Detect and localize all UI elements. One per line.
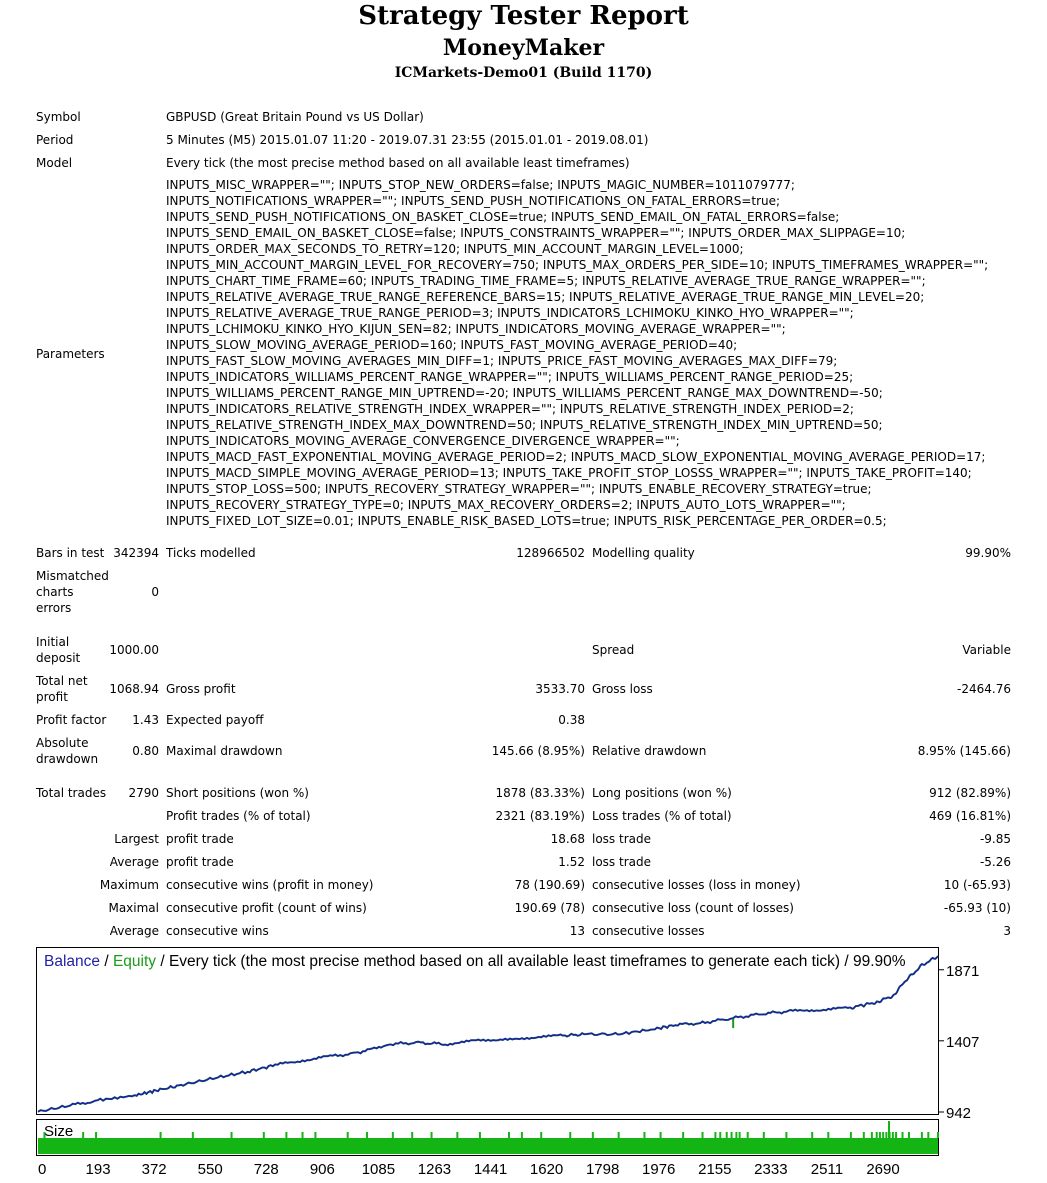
x-tick-label: 2155 (698, 1161, 731, 1178)
x-tick-label: 2690 (866, 1161, 899, 1178)
x-tick-label: 0 (38, 1161, 46, 1178)
x-tick-label: 728 (254, 1161, 279, 1178)
x-tick-label: 1441 (474, 1161, 507, 1178)
x-tick-label: 906 (310, 1161, 335, 1178)
x-tick-label: 1085 (362, 1161, 395, 1178)
x-tick-label: 2333 (754, 1161, 787, 1178)
x-tick-label: 372 (142, 1161, 167, 1178)
equity-chart: 1871 1407 942 0 193 372 550 728 906 1085 1263 1441 1… (37, 955, 979, 1178)
x-tick-label: 1620 (530, 1161, 563, 1178)
x-tick-label: 1798 (586, 1161, 619, 1178)
x-tick-label: 1976 (642, 1161, 675, 1178)
x-tick-label: 193 (86, 1161, 111, 1178)
equity-series-line (37, 955, 939, 1113)
y-tick-label: 942 (946, 1105, 971, 1122)
y-tick-label: 1407 (946, 1034, 979, 1051)
size-band (38, 1138, 938, 1154)
x-tick-label: 2511 (811, 1161, 843, 1178)
y-tick-label: 1871 (946, 963, 979, 980)
x-tick-label: 550 (198, 1161, 223, 1178)
x-tick-label: 1263 (418, 1161, 451, 1178)
